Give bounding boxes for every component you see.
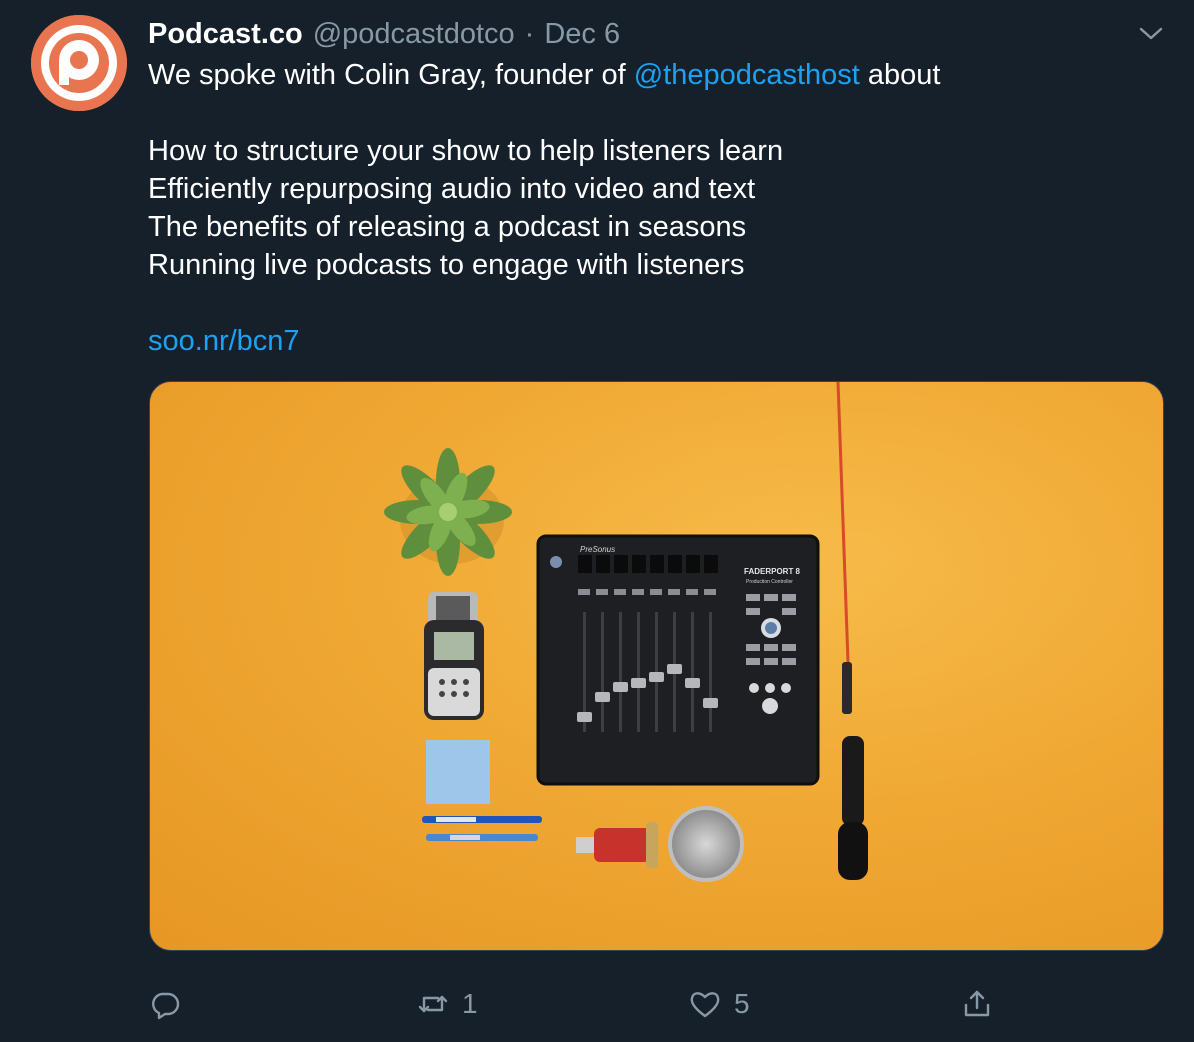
share-icon: [964, 990, 990, 1017]
mention-link[interactable]: @thepodcasthost: [634, 59, 860, 91]
display-name[interactable]: Podcast.co: [148, 14, 303, 54]
more-options-button[interactable]: [1136, 20, 1166, 48]
retweet-count: 1: [462, 988, 478, 1019]
topic-line: Efficiently repurposing audio into video…: [148, 173, 756, 205]
reply-icon: [152, 992, 180, 1020]
retweet-button[interactable]: 1: [416, 980, 478, 1028]
sticky-note: [426, 740, 490, 804]
separator-dot: ·: [524, 18, 535, 50]
url-link[interactable]: soo.nr/bcn7: [148, 325, 300, 357]
heart-icon: [690, 992, 720, 1018]
tweet-link-line: soo.nr/bcn7: [148, 322, 300, 360]
intro-prefix: We spoke with Colin Gray, founder of: [148, 59, 634, 91]
topic-line: How to structure your show to help liste…: [148, 135, 784, 167]
timestamp[interactable]: Dec 6: [544, 14, 620, 54]
user-handle[interactable]: @podcastdotco: [313, 14, 515, 54]
device-model: FADERPORT 8: [744, 567, 801, 576]
device-subtitle: Production Controller: [746, 579, 793, 585]
tweet-header: Podcast.co @podcastdotco · Dec 6: [148, 14, 620, 54]
faderport-controller: PreSonus FADERPORT 8 Production Controll…: [536, 534, 820, 786]
topic-line: Running live podcasts to engage with lis…: [148, 249, 745, 281]
chevron-down-icon: [1139, 27, 1163, 40]
tweet[interactable]: Podcast.co @podcastdotco · Dec 6 We spok…: [0, 0, 1194, 1042]
intro-line: We spoke with Colin Gray, founder of @th…: [148, 56, 1158, 94]
reply-button[interactable]: [148, 980, 182, 1028]
media-image[interactable]: PreSonus FADERPORT 8 Production Controll…: [149, 381, 1164, 951]
device-brand: PreSonus: [580, 545, 615, 554]
tweet-text: We spoke with Colin Gray, founder of @th…: [148, 56, 1158, 284]
like-count: 5: [734, 988, 750, 1019]
avatar[interactable]: [31, 15, 127, 111]
intro-suffix: about: [859, 59, 941, 91]
succulent-plant: [384, 448, 512, 576]
share-button[interactable]: [960, 980, 994, 1028]
podcast-gear-photo: PreSonus FADERPORT 8 Production Controll…: [150, 382, 1163, 950]
retweet-icon: [418, 995, 448, 1013]
action-bar: 1 5: [148, 980, 1163, 1028]
podcastco-logo-icon: [31, 15, 127, 111]
dynamic-microphone: [838, 736, 868, 880]
topic-line: The benefits of releasing a podcast in s…: [148, 211, 747, 243]
like-button[interactable]: 5: [688, 980, 750, 1028]
handheld-recorder: [424, 592, 484, 720]
